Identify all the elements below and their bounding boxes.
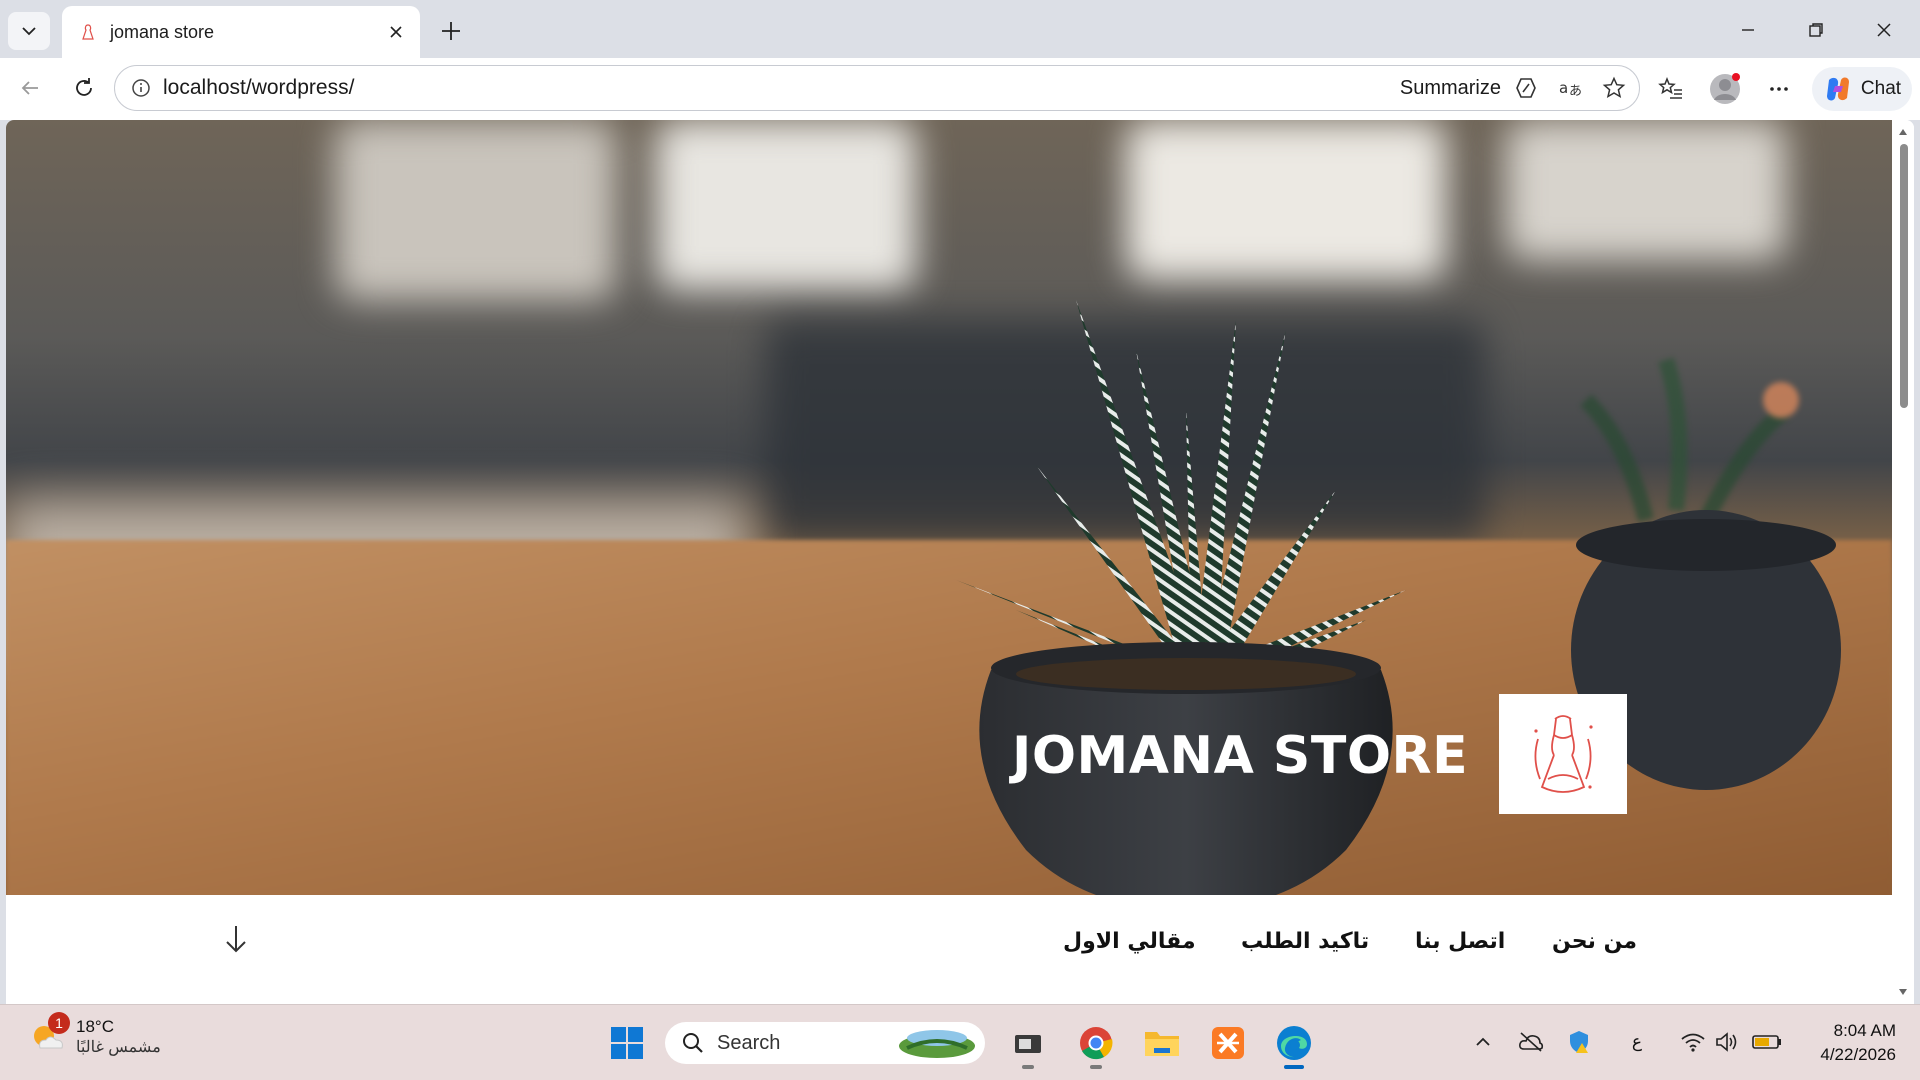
tab-actions-button[interactable] — [8, 12, 50, 50]
favorites-button[interactable] — [1650, 68, 1692, 110]
copilot-chat-button[interactable]: Chat — [1812, 67, 1912, 111]
menu-item-about[interactable]: من نحن — [1552, 929, 1637, 954]
refresh-icon — [76, 78, 92, 96]
app-running-indicator — [1022, 1065, 1034, 1069]
edge-icon — [1277, 1026, 1311, 1060]
arrow-left-icon — [21, 81, 38, 95]
favorite-star-icon[interactable] — [1595, 69, 1633, 107]
weather-widget[interactable]: 1 18°C مشمس غالبًا — [28, 1012, 161, 1057]
settings-more-button[interactable] — [1758, 68, 1800, 110]
close-window-button[interactable] — [1856, 10, 1912, 50]
translate-icon[interactable]: aあ — [1551, 69, 1589, 107]
copilot-icon — [1826, 77, 1849, 101]
scroll-down-arrow-icon[interactable] — [216, 917, 256, 961]
windows-logo-icon — [611, 1027, 643, 1059]
tab-strip: jomana store — [0, 0, 1920, 58]
weather-description: مشمس غالبًا — [76, 1039, 161, 1056]
taskbar-app-chrome[interactable] — [1072, 1019, 1120, 1069]
folder-icon — [1145, 1032, 1179, 1056]
browser-toolbar: localhost/wordpress/ Summarize aあ Chat — [0, 58, 1920, 120]
restore-button[interactable] — [1788, 10, 1844, 50]
battery-icon[interactable] — [1752, 1027, 1782, 1057]
minimize-icon — [1742, 29, 1754, 31]
taskbar-app-xampp[interactable] — [1204, 1019, 1252, 1067]
svg-text:a: a — [1559, 79, 1568, 97]
chat-label: Chat — [1860, 78, 1902, 99]
taskbar-app-explorer[interactable] — [1138, 1019, 1186, 1067]
active-tab[interactable]: jomana store — [62, 6, 420, 58]
menu-item-contact[interactable]: اتصل بنا — [1415, 929, 1505, 954]
primary-menu: من نحن اتصل بنا تاكيد الطلب مقالي الاول — [6, 895, 1892, 1004]
succulent-plant-image — [956, 300, 1406, 895]
avatar-icon — [1710, 73, 1740, 104]
windows-taskbar: 1 18°C مشمس غالبًا Search ع 8:04 AM 4/22… — [0, 1004, 1920, 1080]
minimize-button[interactable] — [1720, 10, 1776, 50]
clock-date: 4/22/2026 — [1820, 1045, 1896, 1064]
page-scrollbar[interactable] — [1892, 120, 1914, 1004]
url-text[interactable]: localhost/wordpress/ — [163, 76, 1400, 100]
restore-icon — [1809, 23, 1823, 37]
plus-icon — [442, 22, 460, 40]
clock-time: 8:04 AM — [1833, 1021, 1896, 1040]
app-running-indicator — [1090, 1065, 1102, 1069]
tab-title: jomana store — [110, 21, 215, 42]
sun-cloud-icon: 1 — [28, 1012, 70, 1056]
header-hero-image: JOMANA STORE — [6, 120, 1892, 895]
site-info-icon[interactable] — [129, 76, 153, 100]
security-warning-icon[interactable] — [1564, 1027, 1594, 1057]
chevron-down-icon — [22, 27, 36, 36]
svg-text:あ: あ — [1569, 84, 1582, 99]
more-dots-icon — [1770, 87, 1788, 91]
search-icon — [683, 1033, 703, 1053]
scroll-thumb[interactable] — [1900, 144, 1908, 408]
xampp-icon — [1212, 1027, 1244, 1059]
favorites-list-icon — [1658, 76, 1682, 99]
taskbar-app-edge[interactable] — [1270, 1019, 1318, 1069]
close-icon — [1877, 23, 1891, 37]
wifi-icon[interactable] — [1678, 1027, 1708, 1057]
taskbar-app-media[interactable] — [1004, 1019, 1052, 1069]
refresh-button[interactable] — [64, 68, 104, 108]
scroll-up-icon[interactable] — [1897, 126, 1909, 138]
profile-button[interactable] — [1704, 68, 1746, 110]
weather-alert-badge: 1 — [48, 1012, 70, 1034]
site-title[interactable]: JOMANA STORE — [1012, 726, 1468, 786]
search-placeholder: Search — [717, 1031, 781, 1054]
menu-item-first-post[interactable]: مقالي الاول — [1063, 929, 1196, 954]
scroll-down-icon[interactable] — [1897, 986, 1909, 998]
site-favicon-icon — [78, 22, 98, 42]
weather-temperature: 18°C — [76, 1017, 114, 1036]
start-button[interactable] — [603, 1019, 651, 1067]
search-highlight-image — [899, 1030, 975, 1058]
back-button[interactable] — [10, 68, 50, 108]
new-tab-button[interactable] — [432, 12, 470, 50]
page-viewport: JOMANA STORE من نحن اتصل بنا تاكيد الطلب… — [6, 120, 1914, 1004]
tray-overflow-button[interactable] — [1468, 1027, 1498, 1057]
dress-logo-icon — [1534, 715, 1593, 793]
app-active-indicator — [1284, 1065, 1304, 1069]
summarize-label[interactable]: Summarize — [1400, 77, 1501, 100]
site-logo[interactable] — [1499, 694, 1627, 814]
volume-icon[interactable] — [1712, 1027, 1742, 1057]
input-language-indicator[interactable]: ع — [1622, 1027, 1652, 1057]
address-bar[interactable]: localhost/wordpress/ Summarize aあ — [114, 65, 1640, 111]
taskbar-clock[interactable]: 8:04 AM 4/22/2026 — [1800, 1019, 1896, 1067]
copilot-summarize-icon[interactable] — [1507, 69, 1545, 107]
chevron-up-icon — [1476, 1037, 1490, 1046]
onedrive-offline-icon[interactable] — [1516, 1027, 1546, 1057]
close-tab-icon[interactable] — [380, 16, 412, 48]
chrome-icon — [1080, 1027, 1113, 1060]
media-app-icon — [1015, 1035, 1041, 1053]
taskbar-search[interactable]: Search — [665, 1022, 985, 1064]
menu-item-order-confirm[interactable]: تاكيد الطلب — [1241, 929, 1369, 954]
